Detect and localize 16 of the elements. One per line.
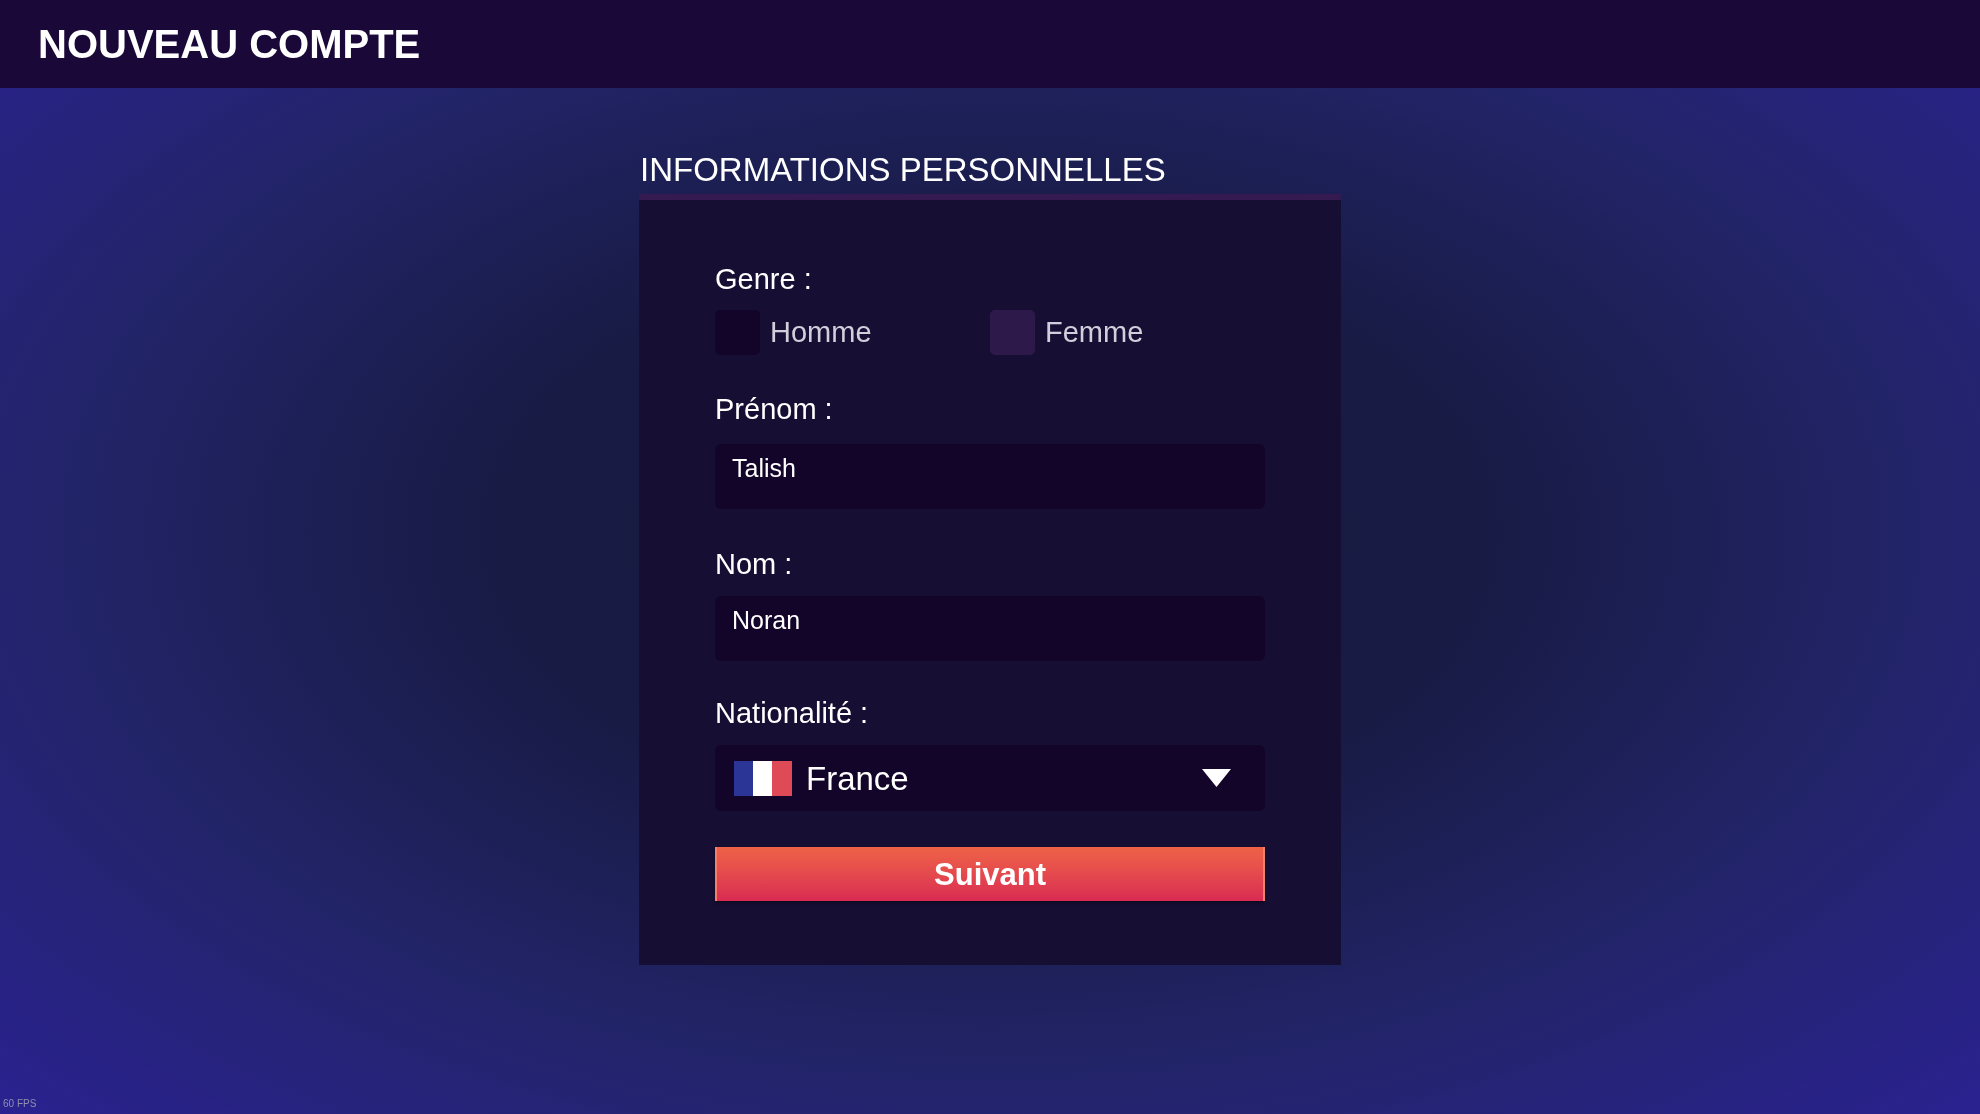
flag-icon <box>734 760 792 796</box>
page-title: NOUVEAU COMPTE <box>38 24 421 64</box>
radio-box[interactable] <box>990 310 1035 355</box>
caret-icon <box>1202 769 1231 787</box>
text-field[interactable]: Noran <box>715 596 1265 661</box>
section-title: INFORMATIONS PERSONNELLES <box>639 153 1167 186</box>
next-button[interactable]: Suivant <box>715 847 1265 901</box>
field-label: Nationalité : <box>715 699 870 728</box>
fps-counter: 60 FPS <box>3 1099 37 1109</box>
field-label: Nom : <box>715 550 794 579</box>
text-field[interactable]: Talish <box>715 444 1265 509</box>
field-label: Genre : <box>715 265 813 294</box>
country-select[interactable]: France <box>715 745 1265 811</box>
field-label: Prénom : <box>715 395 834 424</box>
option-label: Femme <box>1045 318 1144 347</box>
option-label: Homme <box>770 318 872 347</box>
